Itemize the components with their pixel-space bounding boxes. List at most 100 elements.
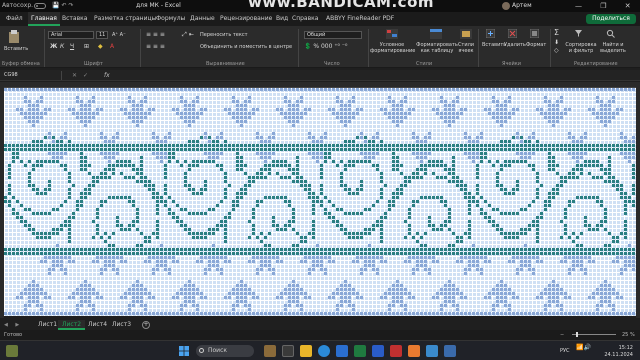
sheet-nav-arrows[interactable]: ◀ ▶ — [4, 320, 22, 330]
number-format-select[interactable]: Общий — [304, 31, 362, 39]
format-as-table-icon[interactable] — [430, 29, 442, 39]
language-indicator[interactable]: РУС — [560, 345, 570, 357]
sort-filter-icon[interactable] — [574, 29, 583, 38]
autosave-toggle[interactable] — [34, 3, 46, 9]
teal-stitch-cell — [36, 160, 39, 163]
align-top-icon[interactable]: ≡ ≡ ≡ — [146, 32, 165, 38]
insert-cells-icon[interactable] — [486, 29, 495, 38]
sum-icon[interactable]: Σ — [554, 29, 559, 37]
find-select-icon[interactable] — [606, 29, 615, 38]
weather-icon[interactable] — [6, 345, 18, 357]
borders-icon[interactable]: ⊞ — [84, 44, 89, 50]
app-icon-2[interactable] — [426, 345, 438, 357]
paste-icon[interactable] — [8, 30, 20, 44]
sheet-tab-2[interactable]: Лист2 — [58, 320, 86, 330]
zoom-thumb[interactable] — [576, 332, 578, 337]
task-view-icon[interactable] — [282, 345, 294, 357]
format-cells-button[interactable]: Формат — [526, 42, 546, 48]
teal-stitch-cell — [264, 164, 267, 167]
tab-file[interactable]: Файл — [6, 12, 23, 26]
avatar[interactable] — [502, 2, 510, 10]
add-sheet-icon[interactable]: + — [142, 321, 150, 329]
user-name[interactable]: Артем — [512, 0, 532, 12]
bandicam-icon[interactable] — [390, 345, 402, 357]
app-icon-3[interactable] — [444, 345, 456, 357]
merge-center-button[interactable]: Объединить и поместить в центре — [200, 44, 292, 50]
quick-access-toolbar[interactable]: 💾↶↷ — [52, 0, 76, 12]
tab-help[interactable]: Справка — [292, 12, 318, 26]
fx-icon[interactable]: fx — [104, 70, 110, 81]
teal-stitch-cell — [348, 160, 351, 163]
sheet-tab-4[interactable]: Лист4 — [84, 320, 111, 330]
teal-stitch-cell — [304, 248, 307, 251]
find-select-button[interactable]: Найти и выделить — [598, 42, 628, 54]
zoom-slider[interactable] — [572, 334, 616, 335]
tab-abbyy[interactable]: ABBYY FineReader PDF — [326, 12, 394, 26]
tab-data[interactable]: Данные — [190, 12, 215, 26]
orientation-icon[interactable]: ⤢ ⇤ — [182, 32, 194, 38]
tab-home[interactable]: Главная — [28, 12, 60, 26]
font-grow-shrink-icon[interactable]: A⁺ A⁻ — [112, 32, 126, 38]
excel-icon[interactable] — [354, 345, 366, 357]
windows-start-icon[interactable] — [178, 345, 190, 357]
fill-icon[interactable]: ⬇ — [554, 40, 559, 46]
bold-icon[interactable]: Ж — [50, 44, 57, 50]
tab-review[interactable]: Рецензирование — [220, 12, 272, 26]
blue-stitch-cell — [4, 312, 7, 315]
teal-stitch-cell — [204, 236, 207, 239]
sheet-tab-1[interactable]: Лист1 — [34, 320, 61, 330]
store-icon[interactable] — [336, 345, 348, 357]
clock-date[interactable]: 24.11.2024 — [597, 352, 633, 358]
number-format-icons[interactable]: 💲 % 000 ⁺⁰ ⁻⁰ — [304, 44, 347, 50]
blue-stitch-cell — [584, 136, 587, 139]
align-left-icon[interactable]: ≡ ≡ ≡ — [146, 44, 165, 50]
font-size-select[interactable]: 11 — [96, 31, 108, 39]
clock-time[interactable]: 15:12 — [597, 345, 633, 351]
blue-stitch-cell — [304, 88, 307, 91]
zoom-level[interactable]: 25 % — [622, 330, 635, 340]
paste-button[interactable]: Вставить — [4, 46, 28, 52]
teal-stitch-cell — [396, 144, 399, 147]
underline-icon[interactable]: Ч — [70, 44, 74, 50]
delete-cells-button[interactable]: Удалить — [504, 42, 526, 48]
format-as-table-button[interactable]: Форматировать как таблицу — [416, 42, 458, 54]
file-explorer-icon[interactable] — [300, 345, 312, 357]
fill-color-icon[interactable]: ◆ — [98, 44, 103, 50]
conditional-format-button[interactable]: Условное форматирование — [370, 42, 415, 54]
font-name-select[interactable]: Arial — [48, 31, 94, 39]
edge-icon[interactable] — [318, 345, 330, 357]
name-box[interactable]: CG98 — [2, 71, 62, 80]
teal-stitch-cell — [292, 248, 295, 251]
font-color-icon[interactable]: A — [110, 44, 114, 50]
conditional-format-icon[interactable] — [386, 29, 398, 39]
sheet-tab-3[interactable]: Лист3 — [108, 320, 135, 330]
teal-stitch-cell — [88, 144, 91, 147]
cell-styles-icon[interactable] — [460, 29, 472, 39]
insert-cells-button[interactable]: Вставить — [482, 42, 506, 48]
cell-styles-button[interactable]: Стили ячеек — [456, 42, 476, 54]
widget-icon[interactable] — [264, 345, 276, 357]
window-controls[interactable]: — ❐ ✕ — [575, 0, 639, 12]
sort-filter-button[interactable]: Сортировка и фильтр — [564, 42, 598, 54]
teal-stitch-cell — [88, 148, 91, 151]
network-volume-icons[interactable]: 📶🔊 — [576, 345, 591, 351]
tab-insert[interactable]: Вставка — [62, 12, 87, 26]
tab-formulas[interactable]: Формулы — [156, 12, 185, 26]
taskbar-search[interactable]: Поиск — [196, 345, 254, 357]
word-icon[interactable] — [372, 345, 384, 357]
vertical-scrollbar[interactable] — [636, 82, 640, 318]
italic-icon[interactable]: К — [60, 44, 64, 50]
formula-input[interactable] — [118, 71, 634, 80]
zoom-out-icon[interactable]: − — [560, 330, 564, 340]
share-button[interactable]: Поделиться — [586, 14, 636, 24]
wrap-text-button[interactable]: Переносить текст — [200, 32, 248, 38]
cell-grid[interactable] — [4, 88, 636, 316]
teal-stitch-cell — [204, 248, 207, 251]
delete-cells-icon[interactable] — [508, 29, 517, 38]
app-icon[interactable] — [408, 345, 420, 357]
clear-icon[interactable]: ◇ — [554, 48, 559, 54]
tab-view[interactable]: Вид — [276, 12, 288, 26]
cancel-confirm-icons[interactable]: ✕✓ — [72, 70, 94, 81]
format-cells-icon[interactable] — [530, 29, 539, 38]
tab-page-layout[interactable]: Разметка страницы — [94, 12, 156, 26]
